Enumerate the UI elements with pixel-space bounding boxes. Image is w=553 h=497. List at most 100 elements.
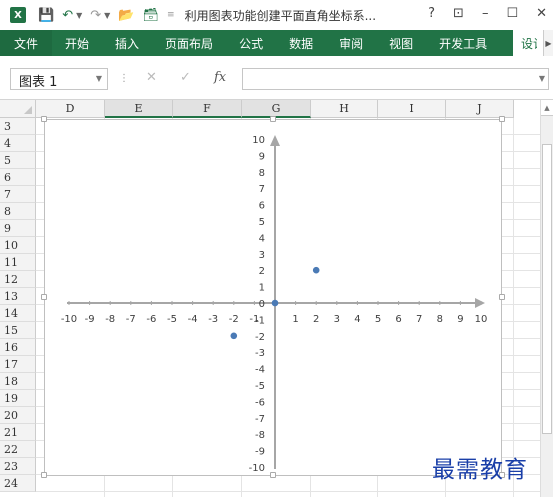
row-header-8[interactable]: 8 bbox=[0, 203, 36, 220]
tab-page-layout[interactable]: 页面布局 bbox=[152, 30, 226, 56]
row-header-18[interactable]: 18 bbox=[0, 373, 36, 390]
row-header-4[interactable]: 4 bbox=[0, 135, 36, 152]
y-tick-label: -7 bbox=[255, 414, 265, 425]
row-header-21[interactable]: 21 bbox=[0, 424, 36, 441]
tab-design[interactable]: 设计 bbox=[513, 30, 543, 56]
formula-bar-grip-icon[interactable]: ⋮ bbox=[119, 73, 129, 84]
select-all-button[interactable] bbox=[0, 100, 36, 118]
row-header-13[interactable]: 13 bbox=[0, 288, 36, 305]
y-tick-label: -3 bbox=[255, 348, 265, 359]
enter-formula-button[interactable]: ✓ bbox=[180, 70, 191, 85]
y-tick-label: 6 bbox=[259, 201, 265, 212]
row-header-14[interactable]: 14 bbox=[0, 305, 36, 322]
open-folder-icon[interactable]: 📂 bbox=[118, 8, 134, 23]
scrollbar-thumb[interactable] bbox=[542, 144, 552, 434]
undo-icon[interactable]: ↶ bbox=[62, 8, 73, 23]
row-header-23[interactable]: 23 bbox=[0, 458, 36, 475]
row-header-19[interactable]: 19 bbox=[0, 390, 36, 407]
ribbon-display-options-button[interactable]: ⊡ bbox=[453, 6, 464, 21]
cancel-formula-button[interactable]: ✕ bbox=[146, 70, 157, 85]
tab-review[interactable]: 审阅 bbox=[326, 30, 376, 56]
row-header-10[interactable]: 10 bbox=[0, 237, 36, 254]
data-point bbox=[230, 332, 238, 340]
window-controls: ? ⊡ – ☐ ✕ bbox=[428, 6, 547, 21]
column-header-g[interactable]: G bbox=[242, 100, 311, 118]
y-tick-label: -10 bbox=[249, 463, 265, 474]
row-header-24[interactable]: 24 bbox=[0, 475, 36, 492]
tab-formulas[interactable]: 公式 bbox=[226, 30, 276, 56]
window-title: 利用图表功能创建平面直角坐标系... bbox=[184, 8, 377, 23]
column-header-e[interactable]: E bbox=[105, 100, 173, 118]
resize-handle-bottom-left[interactable] bbox=[41, 472, 47, 478]
row-header-17[interactable]: 17 bbox=[0, 356, 36, 373]
ribbon-scroll-right-icon[interactable]: ▶ bbox=[543, 30, 553, 56]
row-header-16[interactable]: 16 bbox=[0, 339, 36, 356]
select-all-triangle-icon bbox=[24, 106, 32, 114]
tab-view[interactable]: 视图 bbox=[376, 30, 426, 56]
expand-formula-bar-icon[interactable]: ▼ bbox=[539, 74, 545, 83]
watermark-text: 最需教育 bbox=[432, 457, 528, 483]
column-header-h[interactable]: H bbox=[311, 100, 378, 118]
x-tick-label: 4 bbox=[354, 314, 360, 325]
redo-dropdown-icon[interactable]: ▼ bbox=[104, 11, 110, 20]
y-tick-label: 4 bbox=[259, 233, 265, 244]
y-tick-label: 10 bbox=[252, 135, 265, 146]
scroll-up-icon[interactable]: ▲ bbox=[541, 100, 553, 116]
chevron-down-icon[interactable]: ▼ bbox=[96, 74, 102, 83]
minimize-button[interactable]: – bbox=[482, 6, 489, 21]
maximize-button[interactable]: ☐ bbox=[506, 6, 518, 21]
formula-bar-area: 图表 1 ▼ ⋮ ✕ ✓ fx ▼ bbox=[0, 56, 553, 100]
row-header-3[interactable]: 3 bbox=[0, 118, 36, 135]
x-tick-label: -10 bbox=[61, 314, 77, 325]
tab-home[interactable]: 开始 bbox=[52, 30, 102, 56]
x-tick-label: 1 bbox=[292, 314, 298, 325]
data-point bbox=[271, 299, 279, 307]
row-header-11[interactable]: 11 bbox=[0, 254, 36, 271]
save-icon[interactable]: 💾 bbox=[38, 8, 54, 23]
resize-handle-top-right[interactable] bbox=[499, 116, 505, 122]
row-header-6[interactable]: 6 bbox=[0, 169, 36, 186]
tab-developer[interactable]: 开发工具 bbox=[426, 30, 500, 56]
resize-handle-top-left[interactable] bbox=[41, 116, 47, 122]
x-tick-label: -7 bbox=[126, 314, 136, 325]
name-box[interactable]: 图表 1 ▼ bbox=[10, 68, 108, 90]
row-header-12[interactable]: 12 bbox=[0, 271, 36, 288]
resize-handle-left[interactable] bbox=[41, 294, 47, 300]
y-tick-label: 7 bbox=[259, 184, 265, 195]
row-header-5[interactable]: 5 bbox=[0, 152, 36, 169]
insert-function-button[interactable]: fx bbox=[214, 70, 226, 85]
excel-logo-icon: X bbox=[10, 7, 26, 23]
row-header-20[interactable]: 20 bbox=[0, 407, 36, 424]
resize-handle-bottom[interactable] bbox=[270, 472, 276, 478]
resize-handle-right[interactable] bbox=[499, 294, 505, 300]
undo-dropdown-icon[interactable]: ▼ bbox=[76, 11, 82, 20]
tab-design-label: 设计 bbox=[521, 36, 537, 51]
y-tick-label: -1 bbox=[255, 315, 265, 326]
tab-data[interactable]: 数据 bbox=[276, 30, 326, 56]
close-button[interactable]: ✕ bbox=[536, 6, 547, 21]
y-tick-label: 1 bbox=[259, 283, 265, 294]
tab-insert[interactable]: 插入 bbox=[102, 30, 152, 56]
x-tick-label: 10 bbox=[475, 314, 488, 325]
column-header-f[interactable]: F bbox=[173, 100, 242, 118]
row-header-7[interactable]: 7 bbox=[0, 186, 36, 203]
x-axis-arrow-icon bbox=[475, 298, 485, 308]
redo-icon[interactable]: ↷ bbox=[90, 8, 101, 23]
tab-file[interactable]: 文件 bbox=[0, 30, 53, 56]
title-bar: X 💾 ↶ ▼ ↷ ▼ 📂 🗃 ≡ 利用图表功能创建平面直角坐标系... ? ⊡ –… bbox=[0, 0, 553, 30]
vertical-scrollbar[interactable]: ▲ bbox=[540, 100, 553, 497]
y-tick-label: -5 bbox=[255, 381, 265, 392]
row-header-15[interactable]: 15 bbox=[0, 322, 36, 339]
row-header-22[interactable]: 22 bbox=[0, 441, 36, 458]
y-tick-label: 2 bbox=[259, 266, 265, 277]
help-button[interactable]: ? bbox=[428, 6, 435, 21]
column-header-i[interactable]: I bbox=[378, 100, 446, 118]
x-tick-label: -8 bbox=[105, 314, 115, 325]
chart-object[interactable]: -10 -9 -8 -7 -6 -5 -4 -3 -2 -1 1 2 3 4 5 6 7 8 9 10 10 9 8 7 6 5 4… bbox=[44, 119, 502, 476]
save-as-icon[interactable]: 🗃 bbox=[143, 8, 160, 23]
y-tick-label: 8 bbox=[259, 168, 265, 179]
row-header-9[interactable]: 9 bbox=[0, 220, 36, 237]
resize-handle-top[interactable] bbox=[270, 116, 276, 122]
customize-toolbar-icon[interactable]: ≡ bbox=[167, 10, 175, 20]
formula-input[interactable]: ▼ bbox=[242, 68, 549, 90]
